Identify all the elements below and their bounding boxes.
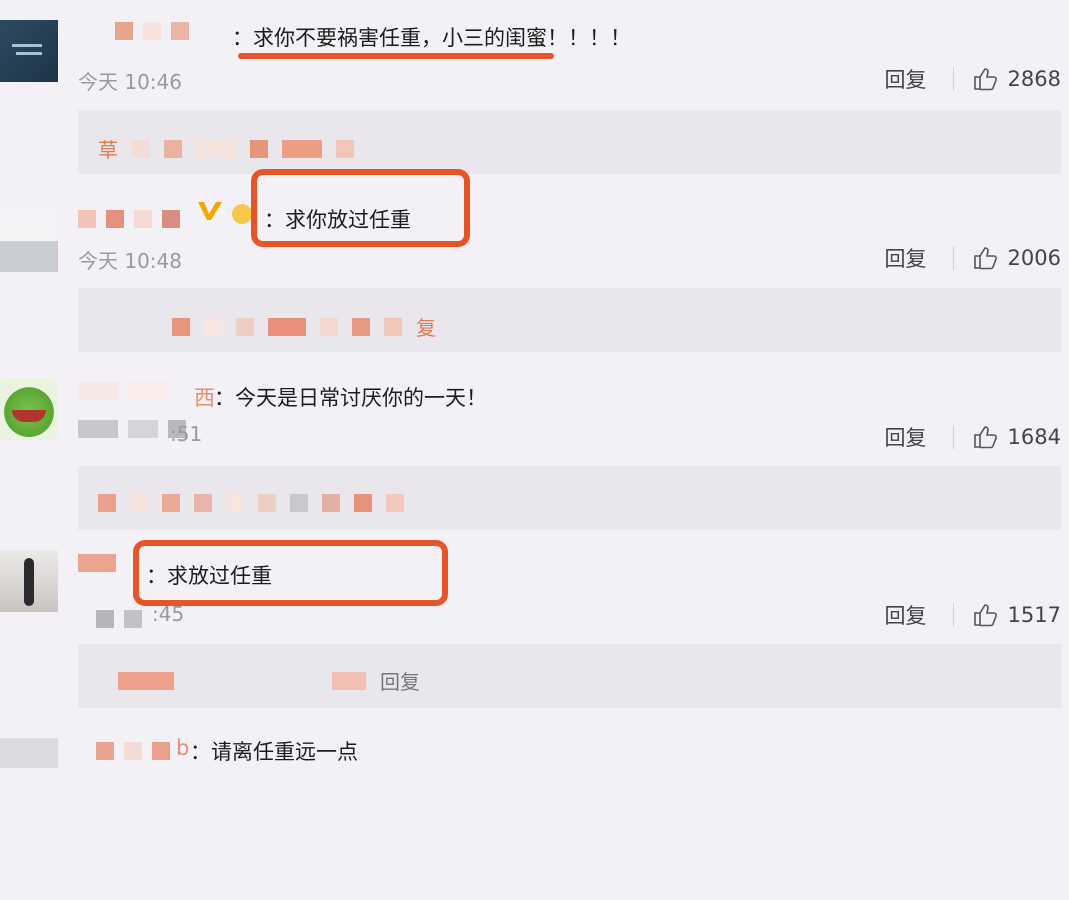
avatar[interactable]: [0, 20, 58, 82]
thumbs-up-icon[interactable]: [972, 424, 998, 450]
like-count[interactable]: 1517: [1008, 603, 1061, 627]
reply-preview[interactable]: 回复: [78, 644, 1061, 708]
avatar[interactable]: [0, 378, 58, 440]
avatar[interactable]: [0, 210, 58, 272]
comment-actions: 回复 2868: [885, 64, 1061, 94]
username-tail[interactable]: 西: [194, 382, 215, 412]
divider: [952, 246, 954, 270]
comment-4: ：求放过任重 :45 回复 1517 回复: [0, 540, 1069, 720]
reply-button[interactable]: 回复: [885, 243, 927, 273]
avatar[interactable]: [0, 550, 58, 612]
comment-3: 西 ：今天是日常讨厌你的一天！ :51 回复 1684: [0, 360, 1069, 540]
reply-preview[interactable]: [78, 466, 1061, 530]
username-blurred[interactable]: [78, 382, 168, 400]
reply-preview-text: 复: [416, 316, 436, 340]
comment-text: ：求放过任重: [146, 564, 272, 588]
comment-2: ：求你放过任重 今天 10:48 回复 2006 复: [0, 169, 1069, 360]
reply-button[interactable]: 回复: [885, 64, 927, 94]
divider: [952, 67, 954, 91]
divider: [952, 425, 954, 449]
timestamp-blurred: [96, 610, 142, 628]
comment-text: ：请离任重远一点: [190, 740, 358, 764]
thumbs-up-icon[interactable]: [972, 602, 998, 628]
comment-actions: 回复 2006: [885, 243, 1061, 273]
comment-5: b ：请离任重远一点: [0, 720, 1069, 900]
like-count[interactable]: 2868: [1008, 67, 1061, 91]
verified-v-icon: [198, 202, 222, 220]
thumbs-up-icon[interactable]: [972, 66, 998, 92]
badge-icon: [232, 204, 252, 224]
divider: [952, 603, 954, 627]
username-blurred[interactable]: [96, 742, 170, 760]
comment-actions: 回复 1684: [885, 422, 1061, 452]
timestamp: :45: [152, 602, 185, 626]
comment-1: ：求你不要祸害任重，小三的闺蜜！！！！ 今天 10:46 回复 2868 草: [0, 0, 1069, 180]
highlight-underline: [238, 53, 554, 59]
comment-text: ：今天是日常讨厌你的一天！: [214, 386, 487, 410]
timestamp: 今天 10:48: [78, 249, 182, 273]
reply-preview[interactable]: 复: [78, 288, 1061, 352]
username-blurred[interactable]: [78, 210, 180, 228]
reply-preview-text: 草: [98, 138, 118, 162]
username-tail[interactable]: b: [176, 736, 189, 760]
timestamp: 今天 10:46: [78, 70, 182, 94]
like-count[interactable]: 1684: [1008, 425, 1061, 449]
comment-text: ：求你不要祸害任重，小三的闺蜜！！！！: [232, 26, 631, 50]
reply-preview[interactable]: 草: [78, 110, 1061, 174]
timestamp: :51: [170, 422, 203, 446]
avatar[interactable]: [0, 738, 58, 768]
username-blurred[interactable]: [78, 554, 116, 572]
comment-text: ：求你放过任重: [264, 208, 411, 232]
reply-button[interactable]: 回复: [885, 422, 927, 452]
comment-actions: 回复 1517: [885, 600, 1061, 630]
thumbs-up-icon[interactable]: [972, 245, 998, 271]
username-blurred[interactable]: [115, 22, 189, 40]
reply-button[interactable]: 回复: [885, 600, 927, 630]
reply-preview-text: 回复: [380, 670, 420, 694]
like-count[interactable]: 2006: [1008, 246, 1061, 270]
